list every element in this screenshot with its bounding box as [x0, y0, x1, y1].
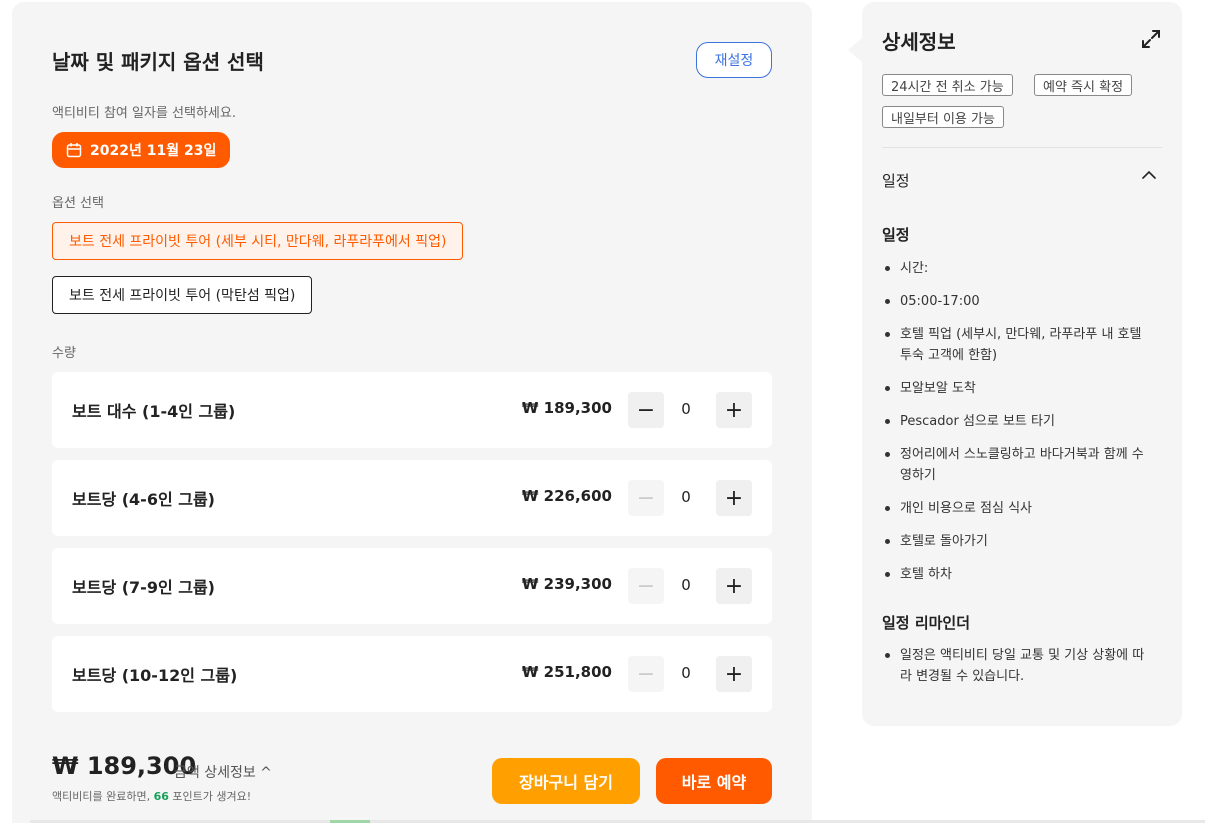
calendar-icon: [66, 143, 82, 158]
decrement-button[interactable]: −: [628, 392, 664, 428]
option-button-mactan-pickup[interactable]: 보트 전세 프라이빗 투어 (막탄섬 픽업): [52, 276, 313, 314]
quantity-row: 보트당 (10-12인 그룹) ₩ 251,800 − 0 +: [52, 636, 772, 712]
date-value: 2022년 11월 23일: [90, 143, 217, 159]
reset-button[interactable]: 재설정: [696, 42, 772, 78]
list-item: 호텔 하차: [882, 564, 1152, 585]
reminder-list: 일정은 액티비티 당일 교통 및 기상 상황에 따라 변경될 수 있습니다.: [882, 645, 1152, 687]
list-item: 일정은 액티비티 당일 교통 및 기상 상황에 따라 변경될 수 있습니다.: [882, 645, 1152, 687]
list-item: Pescador 섬으로 보트 타기: [882, 411, 1152, 432]
decrement-button[interactable]: −: [628, 480, 664, 516]
tag-instant-confirm: 예약 즉시 확정: [1034, 74, 1133, 96]
list-item: 호텔로 돌아가기: [882, 531, 1152, 552]
list-item: 모알보알 도착: [882, 378, 1152, 399]
quantity-row: 보트당 (7-9인 그룹) ₩ 239,300 − 0 +: [52, 548, 772, 624]
quantity-row-name: 보트 대수 (1-4인 그룹): [72, 402, 236, 421]
schedule-list: 시간: 05:00-17:00 호텔 픽업 (세부시, 만다웨, 라푸라푸 내 …: [882, 258, 1152, 597]
schedule-heading: 일정: [882, 226, 910, 244]
quantity-row-price: ₩ 251,800: [521, 663, 612, 681]
points-suffix: 포인트가 생겨요!: [172, 790, 252, 803]
booking-panel: 날짜 및 패키지 옵션 선택 재설정 액티비티 참여 일자를 선택하세요. 20…: [12, 2, 812, 823]
points-prefix: 액티비티를 완료하면,: [52, 790, 151, 803]
tag-available-tomorrow: 내일부터 이용 가능: [882, 106, 1004, 128]
list-item: 개인 비용으로 점심 식사: [882, 498, 1152, 519]
quantity-value: 0: [681, 664, 691, 682]
points-notice: 액티비티를 완료하면, 66 포인트가 생겨요!: [52, 788, 251, 804]
option-button-city-pickup[interactable]: 보트 전세 프라이빗 투어 (세부 시티, 만다웨, 라푸라푸에서 픽업): [52, 222, 464, 260]
points-value: 66: [153, 790, 169, 803]
increment-button[interactable]: +: [716, 656, 752, 692]
quantity-row-name: 보트당 (7-9인 그룹): [72, 578, 215, 597]
quantity-row: 보트당 (4-6인 그룹) ₩ 226,600 − 0 +: [52, 460, 772, 536]
quantity-value: 0: [681, 400, 691, 418]
chevron-up-icon[interactable]: [1140, 166, 1158, 184]
date-help-text: 액티비티 참여 일자를 선택하세요.: [52, 106, 236, 121]
add-to-cart-button[interactable]: 장바구니 담기: [492, 758, 640, 804]
date-selector-button[interactable]: 2022년 11월 23일: [52, 132, 231, 168]
quantity-row-name: 보트당 (4-6인 그룹): [72, 490, 215, 509]
list-item: 시간:: [882, 258, 1152, 279]
quantity-row-price: ₩ 239,300: [521, 575, 612, 593]
increment-button[interactable]: +: [716, 480, 752, 516]
details-title: 상세정보: [882, 30, 956, 54]
price-detail-toggle[interactable]: 금액 상세정보 ^: [174, 762, 272, 782]
tag-free-cancel: 24시간 전 취소 가능: [882, 74, 1013, 96]
details-panel: 상세정보 24시간 전 취소 가능 예약 즉시 확정 내일부터 이용 가능 일정…: [862, 2, 1182, 726]
itinerary-section-toggle-label[interactable]: 일정: [882, 170, 910, 191]
quantity-row-price: ₩ 226,600: [521, 487, 612, 505]
expand-icon[interactable]: [1140, 28, 1162, 50]
quantity-label: 수량: [52, 346, 76, 361]
book-now-button[interactable]: 바로 예약: [656, 758, 772, 804]
quantity-row: 보트 대수 (1-4인 그룹) ₩ 189,300 − 0 +: [52, 372, 772, 448]
decrement-button[interactable]: −: [628, 656, 664, 692]
divider: [882, 147, 1162, 148]
increment-button[interactable]: +: [716, 392, 752, 428]
option-label: 옵션 선택: [52, 196, 104, 211]
reminder-heading: 일정 리마인더: [882, 614, 971, 632]
list-item: 정어리에서 스노클링하고 바다거북과 함께 수영하기: [882, 444, 1152, 486]
panel-pointer: [848, 38, 862, 62]
list-item: 호텔 픽업 (세부시, 만다웨, 라푸라푸 내 호텔 투숙 고객에 한함): [882, 324, 1152, 366]
quantity-value: 0: [681, 576, 691, 594]
decrement-button[interactable]: −: [628, 568, 664, 604]
booking-title: 날짜 및 패키지 옵션 선택: [52, 50, 264, 74]
list-item: 05:00-17:00: [882, 291, 1152, 312]
increment-button[interactable]: +: [716, 568, 752, 604]
quantity-row-name: 보트당 (10-12인 그룹): [72, 666, 238, 685]
quantity-row-price: ₩ 189,300: [521, 399, 612, 417]
quantity-value: 0: [681, 488, 691, 506]
